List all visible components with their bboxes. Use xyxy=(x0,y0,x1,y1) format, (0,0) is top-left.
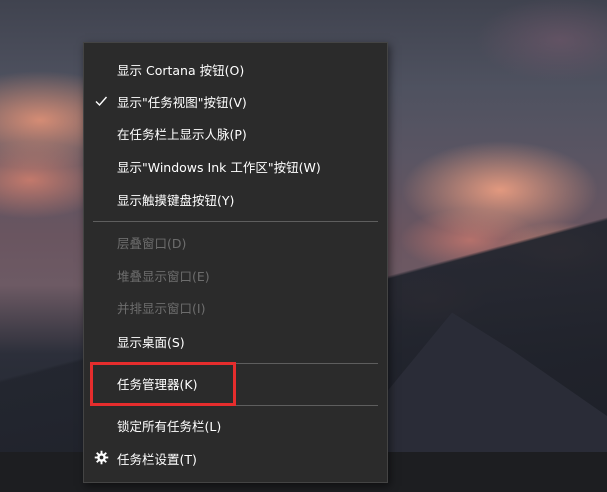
menu-item-side-by-side-windows: 并排显示窗口(I) xyxy=(84,291,387,323)
menu-item-show-touch-keyboard-button[interactable]: 显示触摸键盘按钮(Y) xyxy=(84,183,387,215)
gear-icon xyxy=(94,450,109,465)
taskbar-context-menu: 显示 Cortana 按钮(O) 显示"任务视图"按钮(V) 在任务栏上显示人脉… xyxy=(83,42,388,483)
menu-item-label: 并排显示窗口(I) xyxy=(117,300,206,316)
menu-item-label: 显示 Cortana 按钮(O) xyxy=(117,62,245,78)
checkmark-icon xyxy=(95,96,108,107)
menu-item-show-people[interactable]: 在任务栏上显示人脉(P) xyxy=(84,117,387,149)
menu-separator xyxy=(93,405,378,406)
menu-item-taskbar-settings[interactable]: 任务栏设置(T) xyxy=(84,442,387,474)
menu-item-label: 锁定所有任务栏(L) xyxy=(117,418,222,434)
menu-item-label: 显示"Windows Ink 工作区"按钮(W) xyxy=(117,159,321,175)
menu-item-task-manager[interactable]: 任务管理器(K) xyxy=(84,367,387,399)
menu-item-show-windows-ink-button[interactable]: 显示"Windows Ink 工作区"按钮(W) xyxy=(84,150,387,182)
menu-item-show-cortana-button[interactable]: 显示 Cortana 按钮(O) xyxy=(84,53,387,85)
menu-separator xyxy=(93,363,378,364)
menu-item-label: 任务栏设置(T) xyxy=(117,451,197,467)
menu-item-label: 显示桌面(S) xyxy=(117,334,185,350)
menu-separator xyxy=(93,221,378,222)
menu-item-show-task-view-button[interactable]: 显示"任务视图"按钮(V) xyxy=(84,85,387,117)
menu-item-label: 任务管理器(K) xyxy=(117,376,198,392)
menu-item-lock-all-taskbars[interactable]: 锁定所有任务栏(L) xyxy=(84,409,387,441)
menu-item-cascade-windows: 层叠窗口(D) xyxy=(84,226,387,258)
menu-item-label: 在任务栏上显示人脉(P) xyxy=(117,126,247,142)
menu-item-label: 堆叠显示窗口(E) xyxy=(117,268,210,284)
menu-item-show-desktop[interactable]: 显示桌面(S) xyxy=(84,325,387,357)
menu-item-stack-windows: 堆叠显示窗口(E) xyxy=(84,259,387,291)
menu-item-label: 显示"任务视图"按钮(V) xyxy=(117,94,247,110)
menu-item-label: 层叠窗口(D) xyxy=(117,235,187,251)
menu-item-label: 显示触摸键盘按钮(Y) xyxy=(117,192,235,208)
